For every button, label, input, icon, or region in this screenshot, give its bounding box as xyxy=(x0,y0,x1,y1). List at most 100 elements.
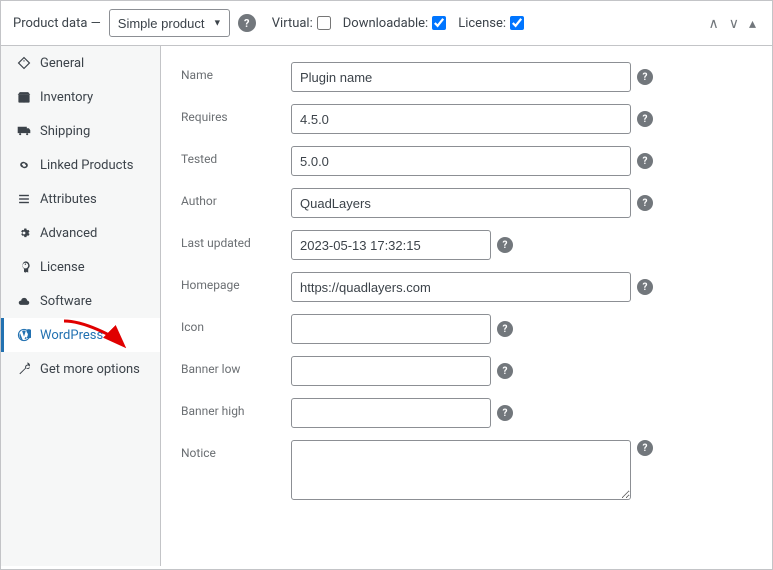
header-arrows: ∧ ∨ ▴ xyxy=(704,13,760,34)
name-row: Name ? xyxy=(181,62,752,92)
sidebar-item-license[interactable]: License xyxy=(1,250,160,284)
downloadable-label: Downloadable: xyxy=(343,16,428,31)
virtual-checkbox[interactable] xyxy=(317,16,331,30)
license-option[interactable]: License: xyxy=(458,16,524,31)
tested-field-wrapper: ? xyxy=(291,146,653,176)
sidebar: General Inventory Shipping Linked Produc… xyxy=(1,46,161,566)
requires-label: Requires xyxy=(181,104,291,124)
author-row: Author ? xyxy=(181,188,752,218)
sidebar-item-shipping-label: Shipping xyxy=(40,124,90,139)
sidebar-item-get-more-options[interactable]: Get more options xyxy=(1,352,160,386)
header-options: Virtual: Downloadable: License: xyxy=(272,16,524,31)
tested-label: Tested xyxy=(181,146,291,166)
sidebar-item-linked-products[interactable]: Linked Products xyxy=(1,148,160,182)
downloadable-checkbox[interactable] xyxy=(432,16,446,30)
notice-label: Notice xyxy=(181,440,291,460)
product-type-select[interactable]: Simple product xyxy=(109,9,230,37)
sidebar-item-software[interactable]: Software xyxy=(1,284,160,318)
banner-low-row: Banner low ? xyxy=(181,356,752,386)
last-updated-row: Last updated ? xyxy=(181,230,752,260)
product-type-help-icon[interactable]: ? xyxy=(238,14,256,32)
name-help-icon[interactable]: ? xyxy=(637,69,653,85)
icon-label: Icon xyxy=(181,314,291,334)
arrow-up-button[interactable]: ∧ xyxy=(704,13,722,34)
downloadable-option[interactable]: Downloadable: xyxy=(343,16,446,31)
notice-row: Notice ? xyxy=(181,440,752,500)
cloud-icon xyxy=(16,293,32,309)
main-form: Name ? Requires ? Tested ? xyxy=(161,46,772,566)
product-data-label: Product data — xyxy=(13,16,101,31)
virtual-option[interactable]: Virtual: xyxy=(272,16,331,31)
key-icon xyxy=(16,259,32,275)
notice-help-icon[interactable]: ? xyxy=(637,440,653,456)
homepage-input[interactable] xyxy=(291,272,631,302)
gear-icon xyxy=(16,225,32,241)
link-icon xyxy=(16,157,32,173)
requires-input[interactable] xyxy=(291,104,631,134)
name-label: Name xyxy=(181,62,291,82)
tested-help-icon[interactable]: ? xyxy=(637,153,653,169)
banner-low-field-wrapper: ? xyxy=(291,356,513,386)
icon-field-wrapper: ? xyxy=(291,314,513,344)
sidebar-item-wordpress[interactable]: WordPress xyxy=(1,318,160,352)
tested-input[interactable] xyxy=(291,146,631,176)
product-data-header: Product data — Simple product ? Virtual:… xyxy=(1,1,772,46)
sidebar-item-shipping[interactable]: Shipping xyxy=(1,114,160,148)
notice-textarea[interactable] xyxy=(291,440,631,500)
author-input[interactable] xyxy=(291,188,631,218)
banner-high-help-icon[interactable]: ? xyxy=(497,405,513,421)
sidebar-item-linked-products-label: Linked Products xyxy=(40,158,133,173)
tested-row: Tested ? xyxy=(181,146,752,176)
sidebar-item-general[interactable]: General xyxy=(1,46,160,80)
sidebar-item-attributes[interactable]: Attributes xyxy=(1,182,160,216)
icon-row: Icon ? xyxy=(181,314,752,344)
icon-help-icon[interactable]: ? xyxy=(497,321,513,337)
sidebar-item-license-label: License xyxy=(40,260,85,275)
product-type-wrapper: Simple product xyxy=(109,9,230,37)
last-updated-input[interactable] xyxy=(291,230,491,260)
license-checkbox[interactable] xyxy=(510,16,524,30)
sidebar-item-advanced-label: Advanced xyxy=(40,226,97,241)
requires-row: Requires ? xyxy=(181,104,752,134)
banner-high-input[interactable] xyxy=(291,398,491,428)
virtual-label: Virtual: xyxy=(272,16,313,31)
banner-high-row: Banner high ? xyxy=(181,398,752,428)
sidebar-item-software-label: Software xyxy=(40,294,92,309)
icon-input[interactable] xyxy=(291,314,491,344)
arrow-collapse-button[interactable]: ▴ xyxy=(745,13,760,34)
name-input[interactable] xyxy=(291,62,631,92)
product-data-body: General Inventory Shipping Linked Produc… xyxy=(1,46,772,566)
wrench-icon xyxy=(16,361,32,377)
sidebar-item-inventory-label: Inventory xyxy=(40,90,93,105)
sidebar-item-advanced[interactable]: Advanced xyxy=(1,216,160,250)
author-label: Author xyxy=(181,188,291,208)
sidebar-item-wordpress-label: WordPress xyxy=(40,328,103,343)
sidebar-item-get-more-options-label: Get more options xyxy=(40,362,140,377)
last-updated-help-icon[interactable]: ? xyxy=(497,237,513,253)
homepage-field-wrapper: ? xyxy=(291,272,653,302)
banner-low-help-icon[interactable]: ? xyxy=(497,363,513,379)
box-icon xyxy=(16,89,32,105)
author-help-icon[interactable]: ? xyxy=(637,195,653,211)
author-field-wrapper: ? xyxy=(291,188,653,218)
last-updated-label: Last updated xyxy=(181,230,291,250)
notice-field-wrapper: ? xyxy=(291,440,653,500)
sidebar-item-inventory[interactable]: Inventory xyxy=(1,80,160,114)
arrow-down-button[interactable]: ∨ xyxy=(725,13,743,34)
sidebar-item-general-label: General xyxy=(40,56,84,71)
sidebar-item-attributes-label: Attributes xyxy=(40,192,97,207)
homepage-label: Homepage xyxy=(181,272,291,292)
truck-icon xyxy=(16,123,32,139)
banner-low-label: Banner low xyxy=(181,356,291,376)
list-icon xyxy=(16,191,32,207)
homepage-help-icon[interactable]: ? xyxy=(637,279,653,295)
banner-low-input[interactable] xyxy=(291,356,491,386)
license-label: License: xyxy=(458,16,506,31)
requires-help-icon[interactable]: ? xyxy=(637,111,653,127)
name-field-wrapper: ? xyxy=(291,62,653,92)
wp-icon xyxy=(16,327,32,343)
banner-high-field-wrapper: ? xyxy=(291,398,513,428)
requires-field-wrapper: ? xyxy=(291,104,653,134)
banner-high-label: Banner high xyxy=(181,398,291,418)
last-updated-field-wrapper: ? xyxy=(291,230,513,260)
